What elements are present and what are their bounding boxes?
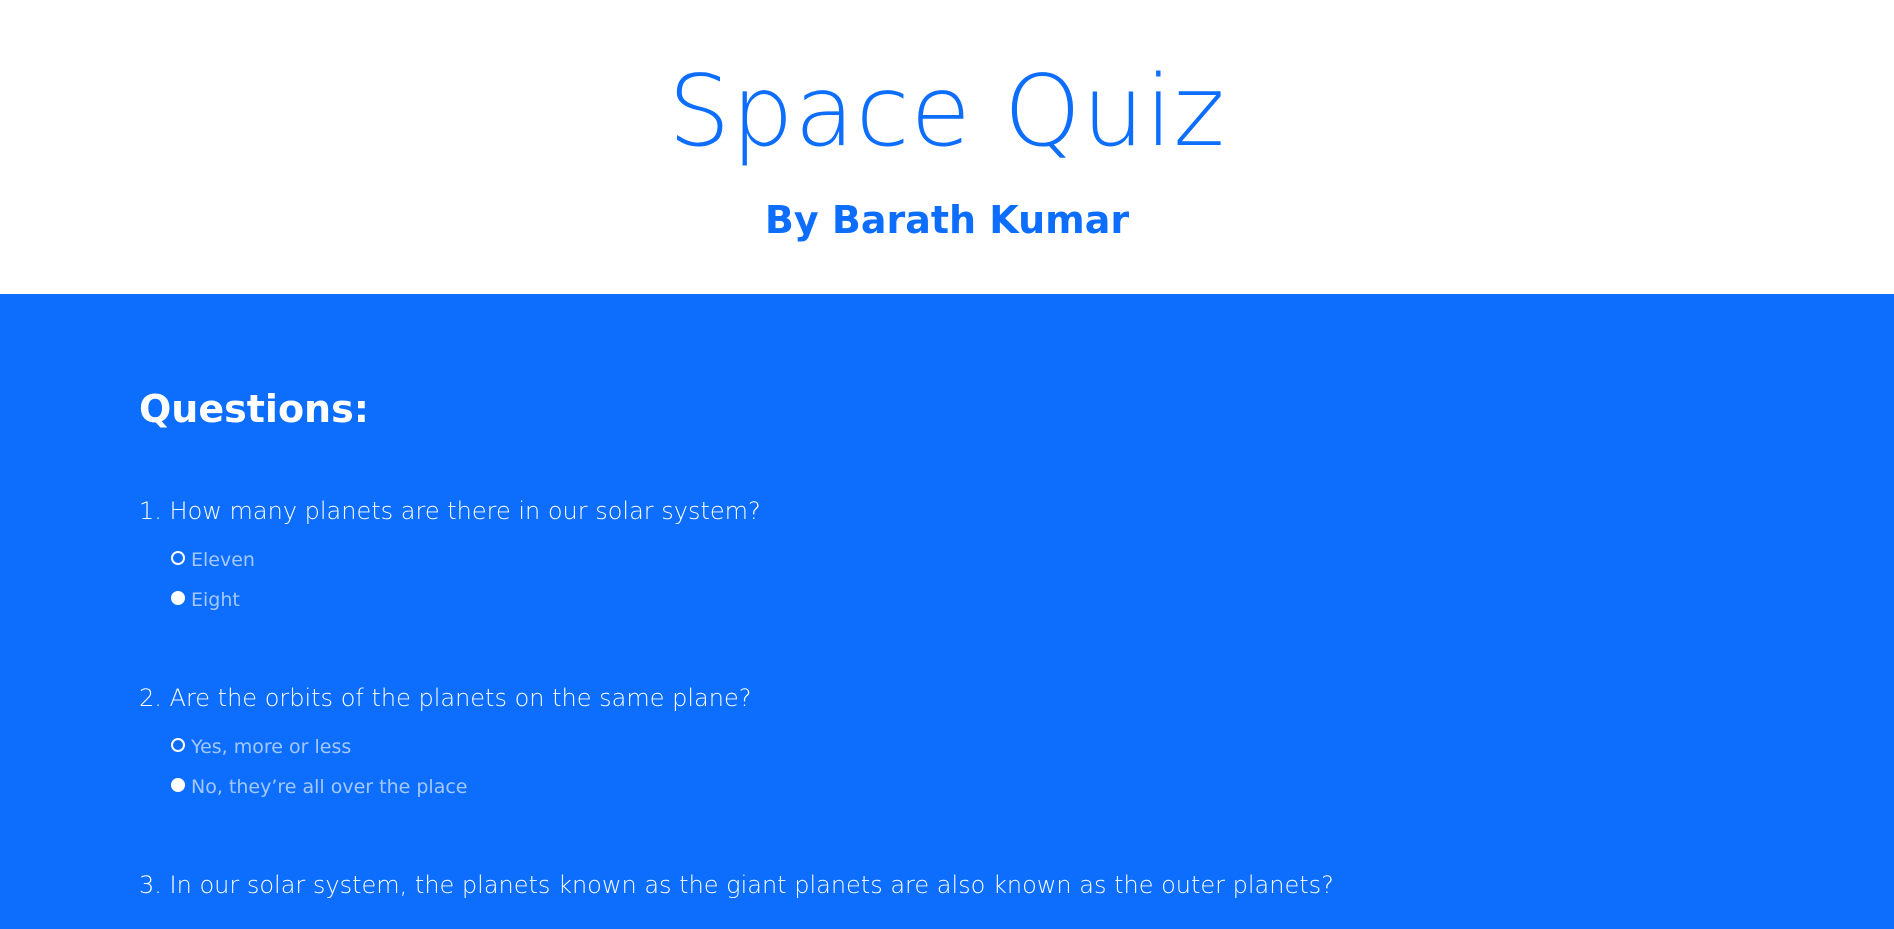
question-1-option-eight[interactable]: Eight bbox=[171, 585, 240, 615]
option-label: No, they’re all over the place bbox=[191, 776, 468, 798]
question-text: 1. How many planets are there in our sol… bbox=[139, 497, 761, 525]
page-header: Space Quiz By Barath Kumar bbox=[0, 0, 1894, 294]
question-2: 2. Are the orbits of the planets on the … bbox=[139, 681, 1839, 798]
radio-button[interactable] bbox=[171, 551, 185, 565]
radio-button[interactable] bbox=[171, 778, 185, 792]
radio-button[interactable] bbox=[171, 591, 185, 605]
option-label: Eight bbox=[191, 589, 240, 611]
questions-section: Questions: 1. How many planets are there… bbox=[0, 294, 1894, 929]
question-2-option-yes[interactable]: Yes, more or less bbox=[171, 732, 351, 762]
option-label: Eleven bbox=[191, 549, 255, 571]
option-label: Yes, more or less bbox=[191, 736, 352, 758]
radio-button[interactable] bbox=[171, 738, 185, 752]
question-1: 1. How many planets are there in our sol… bbox=[139, 494, 1839, 611]
question-3: 3. In our solar system, the planets know… bbox=[139, 868, 1839, 902]
questions-heading: Questions: bbox=[139, 387, 369, 431]
question-text: 3. In our solar system, the planets know… bbox=[139, 871, 1334, 899]
question-text: 2. Are the orbits of the planets on the … bbox=[139, 684, 752, 712]
page-subtitle: By Barath Kumar bbox=[764, 198, 1130, 242]
question-2-option-no[interactable]: No, they’re all over the place bbox=[171, 772, 468, 802]
question-1-option-eleven[interactable]: Eleven bbox=[171, 545, 255, 575]
page-title: Space Quiz bbox=[668, 55, 1226, 169]
